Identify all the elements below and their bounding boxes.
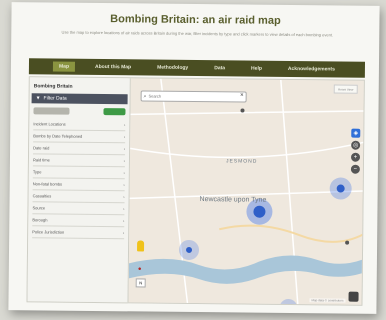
zoom-in-icon[interactable]: + — [350, 152, 361, 162]
chevron-right-icon: › — [123, 146, 126, 152]
filter-item-label: Incident Locations — [33, 121, 66, 127]
filter-item[interactable]: Type › — [32, 166, 125, 180]
filter-item-label: Bombs by Date Telephoned — [33, 133, 83, 139]
street-view-pegman-icon[interactable] — [137, 240, 145, 252]
map-pin-icon[interactable]: ● — [138, 266, 142, 272]
nav-map[interactable]: Map — [52, 61, 76, 72]
filter-item[interactable]: Borough › — [32, 214, 125, 228]
nav-acknowledgements[interactable]: Acknowledgements — [282, 64, 341, 75]
chevron-right-icon: › — [123, 134, 126, 140]
filter-item[interactable]: Bombs by Date Telephoned › — [33, 130, 126, 144]
map-canvas[interactable]: Reset View ⌕ × JESMOND Newcastle upon Ty… — [128, 78, 364, 305]
chevron-right-icon: › — [123, 194, 125, 200]
nav-about[interactable]: About this Map — [89, 62, 137, 73]
sidebar-title: Bombing Britain — [33, 83, 73, 90]
chevron-right-icon: › — [123, 182, 125, 188]
zoom-out-icon[interactable]: − — [350, 164, 360, 174]
locate-icon[interactable]: ◎ — [351, 140, 361, 150]
district-label: JESMOND — [225, 158, 258, 165]
raid-cluster-marker[interactable] — [279, 298, 298, 305]
filter-item-label: Source — [32, 205, 46, 211]
filter-item[interactable]: Raid time › — [32, 154, 126, 168]
filter-actions — [29, 103, 129, 119]
layers-icon[interactable]: ◈ — [351, 128, 361, 138]
compass-button[interactable]: N — [135, 278, 146, 288]
map-app: Bombing Britain ▼ Filter Data Incident L… — [26, 76, 365, 306]
nav-methodology[interactable]: Methodology — [151, 63, 194, 73]
filter-item[interactable]: Non-fatal bombs › — [32, 178, 125, 192]
app-window: Bombing Britain: an air raid map Use the… — [8, 2, 380, 314]
map-search: ⌕ × — [140, 90, 247, 103]
page-title: Bombing Britain: an air raid map — [110, 13, 281, 27]
filter-sidebar: Bombing Britain ▼ Filter Data Incident L… — [27, 77, 131, 303]
filter-item[interactable]: Source › — [32, 202, 125, 216]
nav-help[interactable]: Help — [245, 64, 268, 74]
filter-item[interactable]: Date raid › — [33, 142, 126, 156]
river-tyne — [128, 255, 364, 284]
map-attribution: Map data © contributors — [309, 298, 346, 303]
reset-view-button[interactable]: Reset View — [333, 84, 358, 94]
chevron-right-icon: › — [123, 122, 126, 128]
filter-item[interactable]: Incident Locations › — [33, 118, 126, 132]
filter-item[interactable]: Casualties › — [32, 190, 125, 204]
filter-item[interactable]: Police Jurisdiction › — [32, 226, 125, 240]
chevron-right-icon: › — [122, 230, 125, 236]
nav-data[interactable]: Data — [208, 63, 231, 73]
filter-item-label: Type — [32, 169, 42, 175]
incident-marker[interactable] — [240, 108, 245, 113]
place-label: Newcastle upon Tyne — [199, 196, 267, 204]
intro-text: Use the map to explore locations of air … — [61, 29, 334, 38]
apply-filters-button[interactable] — [103, 108, 126, 116]
chevron-right-icon: › — [122, 218, 125, 224]
filter-item-label: Police Jurisdiction — [32, 229, 65, 235]
search-input[interactable] — [146, 92, 231, 101]
filter-icon: ▼ — [35, 95, 41, 102]
main-nav: Map About this Map Methodology Data Help… — [28, 58, 366, 78]
chevron-right-icon: › — [123, 206, 125, 212]
map-layer — [128, 78, 364, 305]
filter-item-label: Borough — [32, 217, 48, 223]
filter-item-label: Raid time — [32, 157, 50, 163]
close-icon[interactable]: × — [240, 92, 244, 98]
filter-item-label: Casualties — [32, 193, 52, 199]
chevron-right-icon: › — [123, 170, 125, 176]
chevron-right-icon: › — [123, 158, 125, 164]
filter-item-label: Non-fatal bombs — [32, 181, 63, 187]
filter-label: Filter Data — [43, 95, 67, 102]
clear-filters-button[interactable] — [33, 107, 70, 115]
fullscreen-icon[interactable] — [348, 291, 359, 302]
filter-item-label: Date raid — [33, 145, 50, 151]
